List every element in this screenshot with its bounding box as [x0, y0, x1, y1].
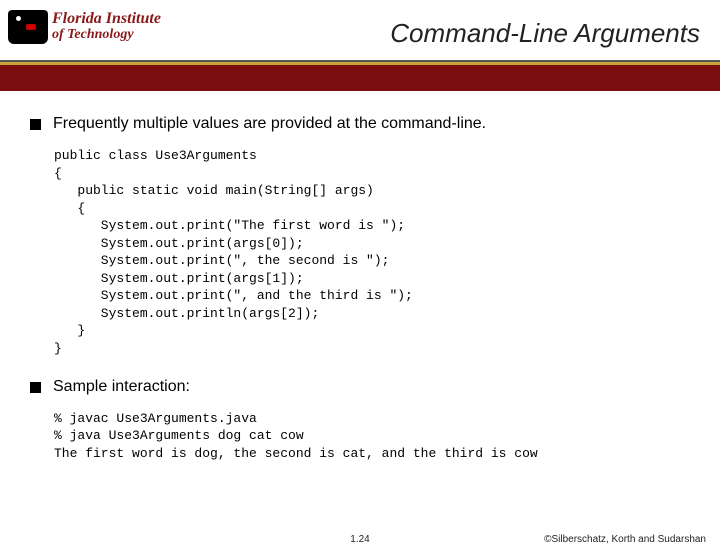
- code-block-class: public class Use3Arguments { public stat…: [54, 147, 690, 358]
- logo-line2: of Technology: [52, 28, 161, 43]
- bullet-text: Frequently multiple values are provided …: [53, 115, 486, 133]
- square-bullet-icon: [30, 382, 41, 393]
- slide-content: Frequently multiple values are provided …: [0, 91, 720, 462]
- header-bar: [0, 65, 720, 91]
- logo-line1: Florida Institute: [52, 11, 161, 28]
- logo-text: Florida Institute of Technology: [52, 11, 161, 42]
- institution-logo: Florida Institute of Technology: [8, 4, 188, 50]
- slide-title: Command-Line Arguments: [390, 18, 700, 49]
- bullet-text: Sample interaction:: [53, 378, 190, 396]
- code-block-interaction: % javac Use3Arguments.java % java Use3Ar…: [54, 410, 690, 463]
- bullet-item: Sample interaction:: [30, 378, 690, 396]
- panther-icon: [8, 10, 48, 44]
- square-bullet-icon: [30, 119, 41, 130]
- bullet-item: Frequently multiple values are provided …: [30, 115, 690, 133]
- slide-header: Florida Institute of Technology Command-…: [0, 0, 720, 60]
